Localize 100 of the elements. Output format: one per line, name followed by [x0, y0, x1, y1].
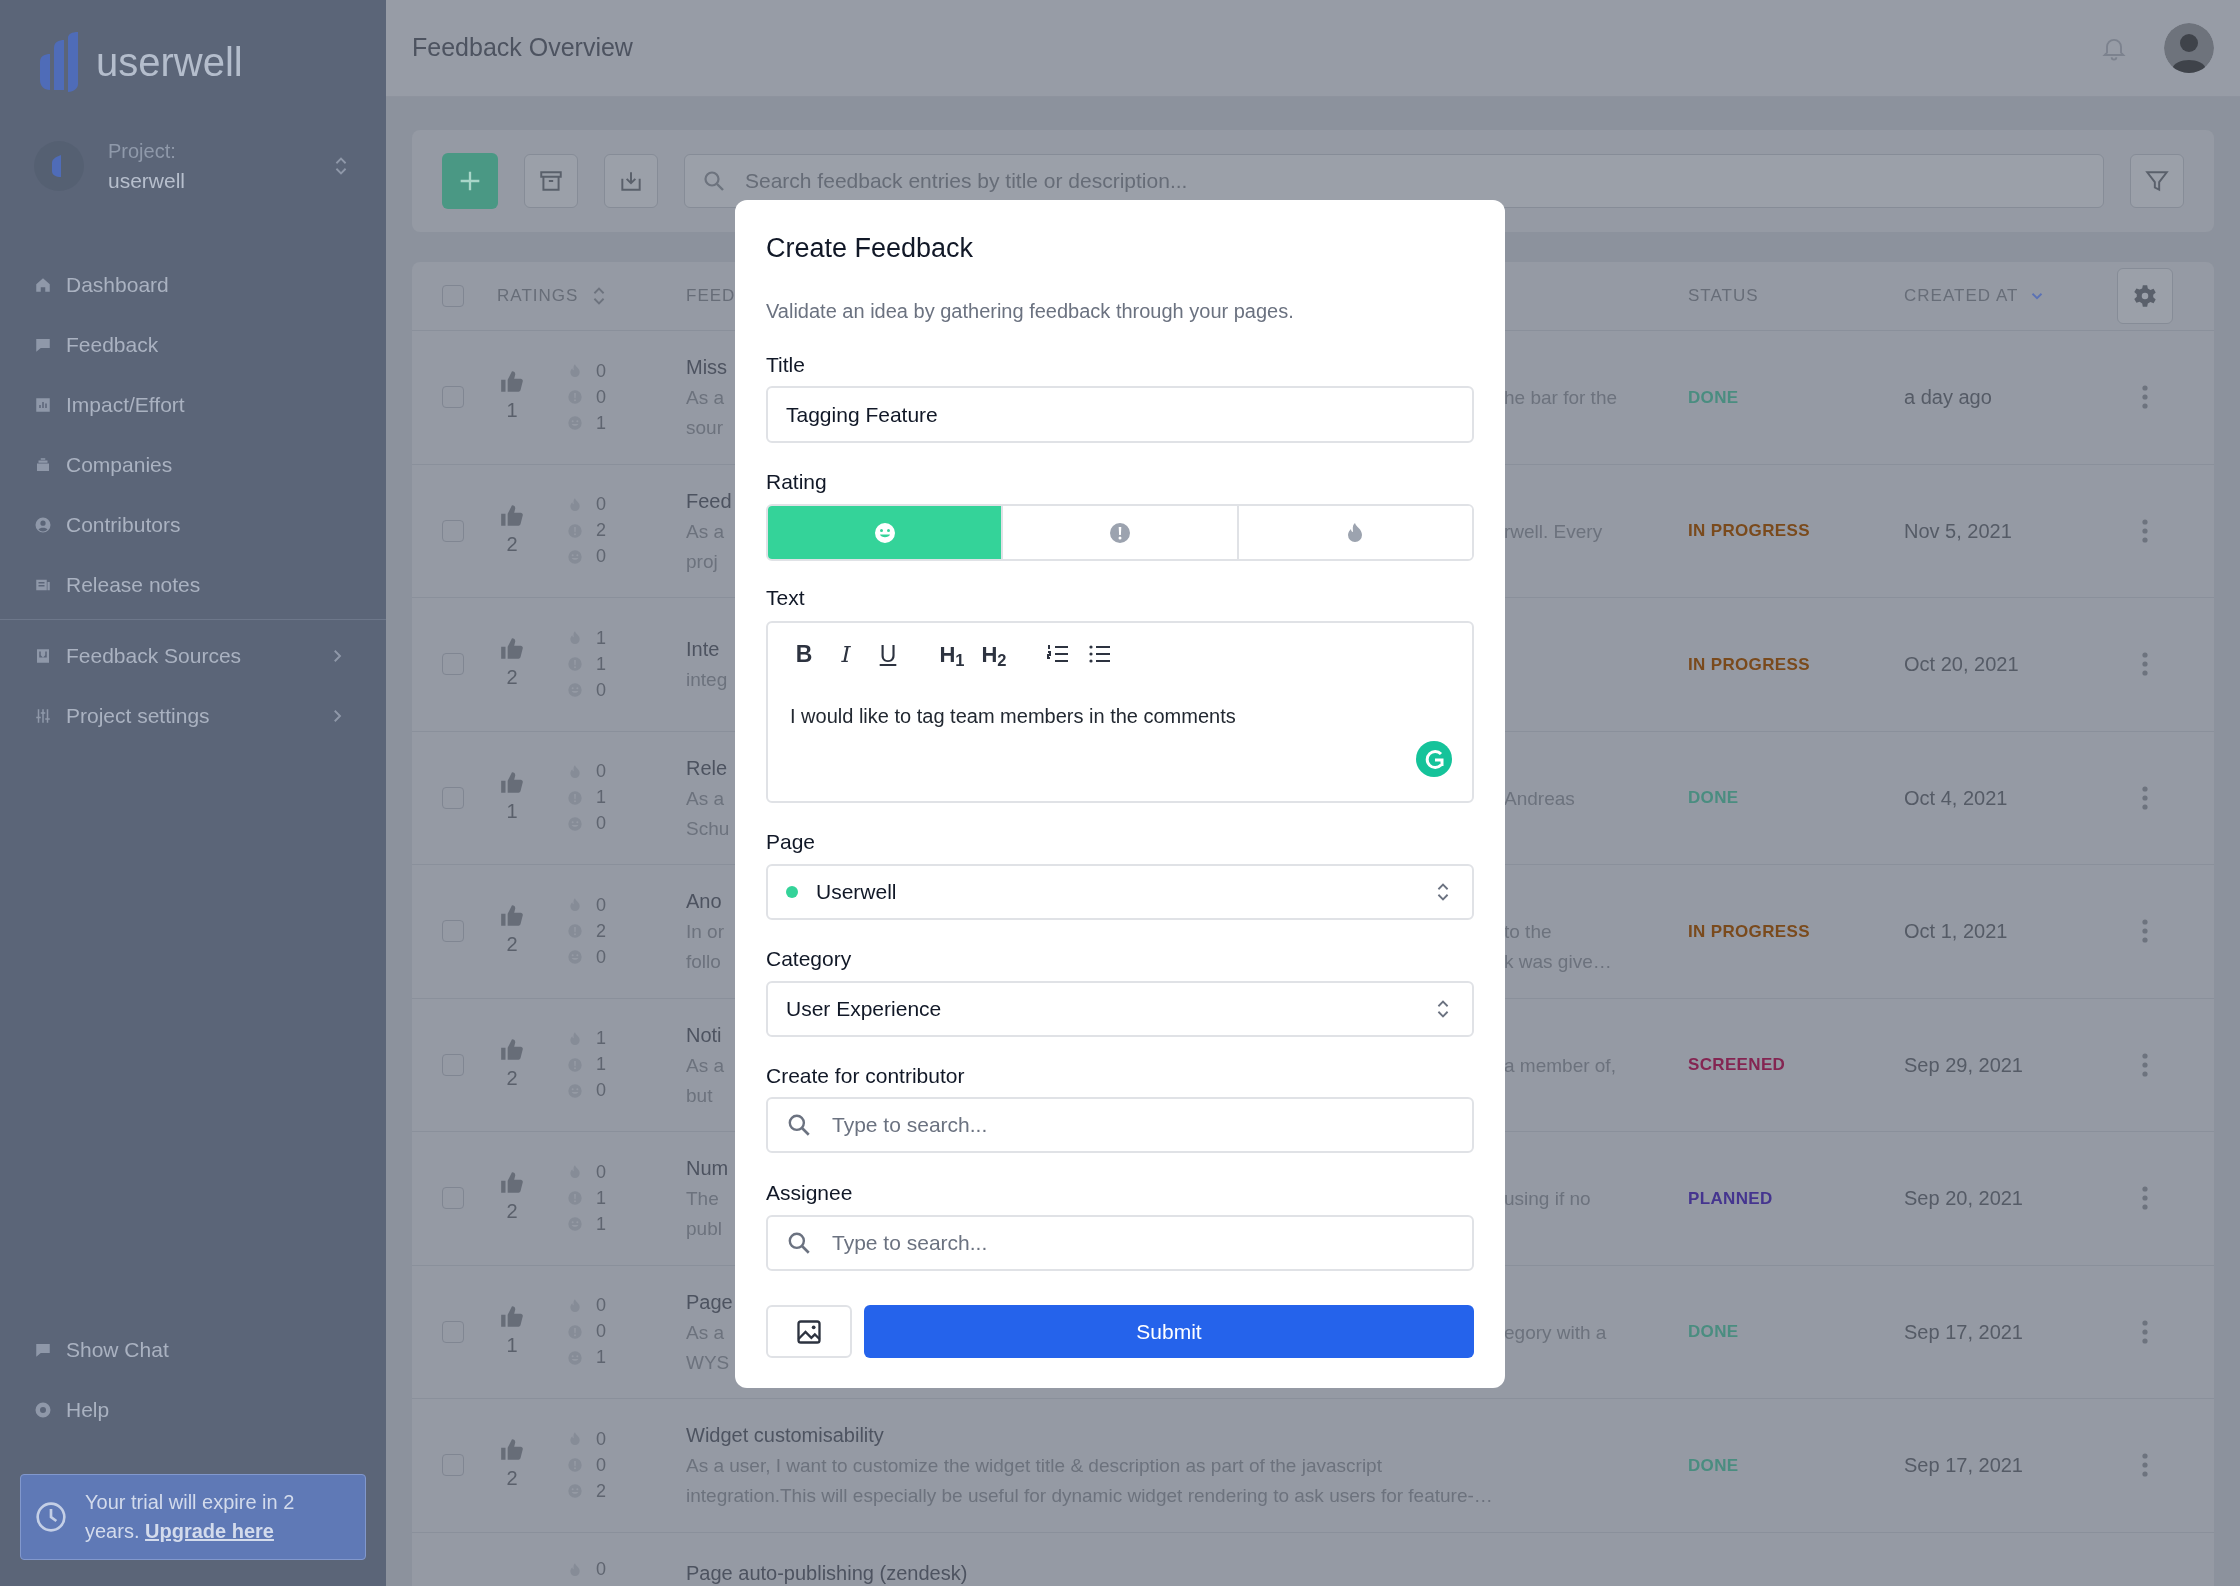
feedback-title[interactable]: Inte	[686, 633, 728, 666]
title-input[interactable]: Tagging Feature	[766, 386, 1474, 443]
dialog-subtitle: Validate an idea by gathering feedback through your pages.	[766, 299, 1295, 324]
page-select[interactable]: Userwell	[766, 864, 1474, 920]
vote-count: 1	[506, 798, 518, 824]
settings-icon	[2132, 283, 2158, 309]
attach-image-button[interactable]	[766, 1305, 852, 1358]
status-label: DONE	[1688, 387, 1739, 407]
settings-button[interactable]	[2117, 268, 2173, 324]
nav-item[interactable]: Feedback	[0, 315, 386, 375]
created-date: Sep 20, 2021	[1904, 1187, 2023, 1210]
nav-item[interactable]: Contributors	[0, 495, 386, 555]
field-label: Category	[766, 946, 853, 972]
thumbs-up-icon	[499, 502, 525, 529]
project-icon	[34, 141, 84, 191]
created-date: a day ago	[1904, 386, 1992, 409]
vote-count: 2	[506, 665, 518, 691]
grammar-check-icon	[1416, 741, 1452, 777]
more-icon	[2142, 1052, 2148, 1077]
nav-item[interactable]: Dashboard	[0, 255, 386, 315]
text-editor[interactable]: B I U H$_{1}$ H$_{2}$ I would like to tag team members in the comments	[766, 621, 1474, 803]
vote-count: 1	[506, 398, 518, 424]
field-label: Text	[766, 585, 806, 611]
nav-item[interactable]: Release notes	[0, 555, 386, 615]
more-icon	[2142, 518, 2148, 543]
feedback-title[interactable]: Widget customisability	[686, 1419, 1493, 1452]
nav-item[interactable]: Show Chat	[0, 1320, 386, 1380]
lifebuoy-icon	[34, 1401, 52, 1419]
nav-item[interactable]: Impact/Effort	[0, 375, 386, 435]
field-label: Create for contributor	[766, 1063, 966, 1089]
category-select[interactable]: User Experience	[766, 981, 1474, 1037]
add-button[interactable]	[442, 153, 498, 209]
feedback-title[interactable]: Page auto-publishing (zendesk)	[686, 1556, 968, 1586]
more-icon	[2142, 652, 2148, 677]
alert-icon	[1108, 520, 1132, 545]
more-icon	[2142, 1186, 2148, 1211]
nav-section[interactable]: Feedback Sources	[0, 626, 386, 686]
user-icon	[34, 516, 52, 534]
feedback-title[interactable]: Miss	[686, 351, 730, 384]
heading-button[interactable]: H$_{2}$	[980, 639, 1008, 669]
bold-button[interactable]: B	[790, 639, 818, 669]
created-date: Oct 4, 2021	[1904, 786, 2008, 809]
created-date: Oct 20, 2021	[1904, 653, 2019, 676]
nav-section[interactable]: Project settings	[0, 686, 386, 746]
italic-button[interactable]: I	[832, 639, 860, 669]
feedback-title[interactable]: Page	[686, 1285, 730, 1318]
nav-item[interactable]: Help	[0, 1380, 386, 1440]
chart-icon	[34, 396, 52, 414]
image-icon	[795, 1317, 823, 1346]
vote-count: 1	[506, 1332, 518, 1358]
chat-icon	[34, 1341, 52, 1359]
filter-button[interactable]	[2130, 154, 2184, 208]
more-icon	[2142, 1453, 2148, 1478]
field-label: Assignee	[766, 1180, 854, 1206]
archive-button[interactable]	[524, 154, 578, 208]
created-date: Oct 1, 2021	[1904, 920, 2008, 943]
thumbs-up-icon	[499, 1303, 525, 1330]
search-icon	[786, 1230, 812, 1256]
editor-text: I would like to tag team members in the comments	[790, 704, 1237, 729]
field-label: Page	[766, 829, 817, 855]
search-icon	[702, 169, 726, 193]
vote-count: 2	[506, 1199, 518, 1225]
page-title: Feedback Overview	[412, 32, 634, 64]
contributor-search-field[interactable]: Type to search...	[766, 1097, 1474, 1153]
assignee-search-field[interactable]: Type to search...	[766, 1215, 1474, 1271]
rating-option[interactable]	[1236, 506, 1472, 559]
download-icon	[34, 647, 52, 665]
feedback-title[interactable]: Rele	[686, 751, 730, 784]
created-date: Sep 29, 2021	[1904, 1053, 2023, 1076]
more-icon	[2142, 385, 2148, 410]
avatar[interactable]	[2164, 23, 2214, 73]
status-label: IN PROGRESS	[1688, 521, 1810, 540]
briefcase-icon	[34, 456, 52, 474]
download-button[interactable]	[604, 154, 658, 208]
clock-icon	[35, 1501, 67, 1533]
feedback-title[interactable]: Noti	[686, 1018, 730, 1051]
logo-text: userwell	[96, 42, 243, 82]
created-date: Sep 17, 2021	[1904, 1454, 2023, 1477]
field-label: Rating	[766, 469, 828, 495]
more-icon	[2142, 785, 2148, 810]
status-label: IN PROGRESS	[1688, 654, 1810, 674]
search-icon	[786, 1112, 812, 1138]
submit-button[interactable]: Submit	[864, 1305, 1474, 1358]
project-name: userwell	[108, 168, 187, 194]
nav-item[interactable]: Companies	[0, 435, 386, 495]
archive-icon	[538, 168, 564, 194]
upgrade-link[interactable]: Upgrade here	[145, 1520, 274, 1542]
rating-option[interactable]	[768, 506, 1002, 559]
heading-button[interactable]: H$_{1}$	[938, 639, 966, 669]
vote-count: 2	[506, 1466, 518, 1492]
field-label: Title	[766, 352, 806, 378]
smile-icon	[872, 520, 897, 545]
feedback-title[interactable]: Ano	[686, 885, 730, 918]
feedback-title[interactable]: Feed	[686, 484, 730, 517]
feedback-title[interactable]: Num	[686, 1152, 730, 1185]
vote-count: 2	[506, 1065, 518, 1091]
chat-icon	[34, 336, 52, 354]
underline-button[interactable]: U	[874, 639, 902, 669]
dialog-title: Create Feedback	[766, 232, 975, 265]
trial-notice: Your trial will expire in 2 years. Upgrade here	[85, 1490, 296, 1544]
